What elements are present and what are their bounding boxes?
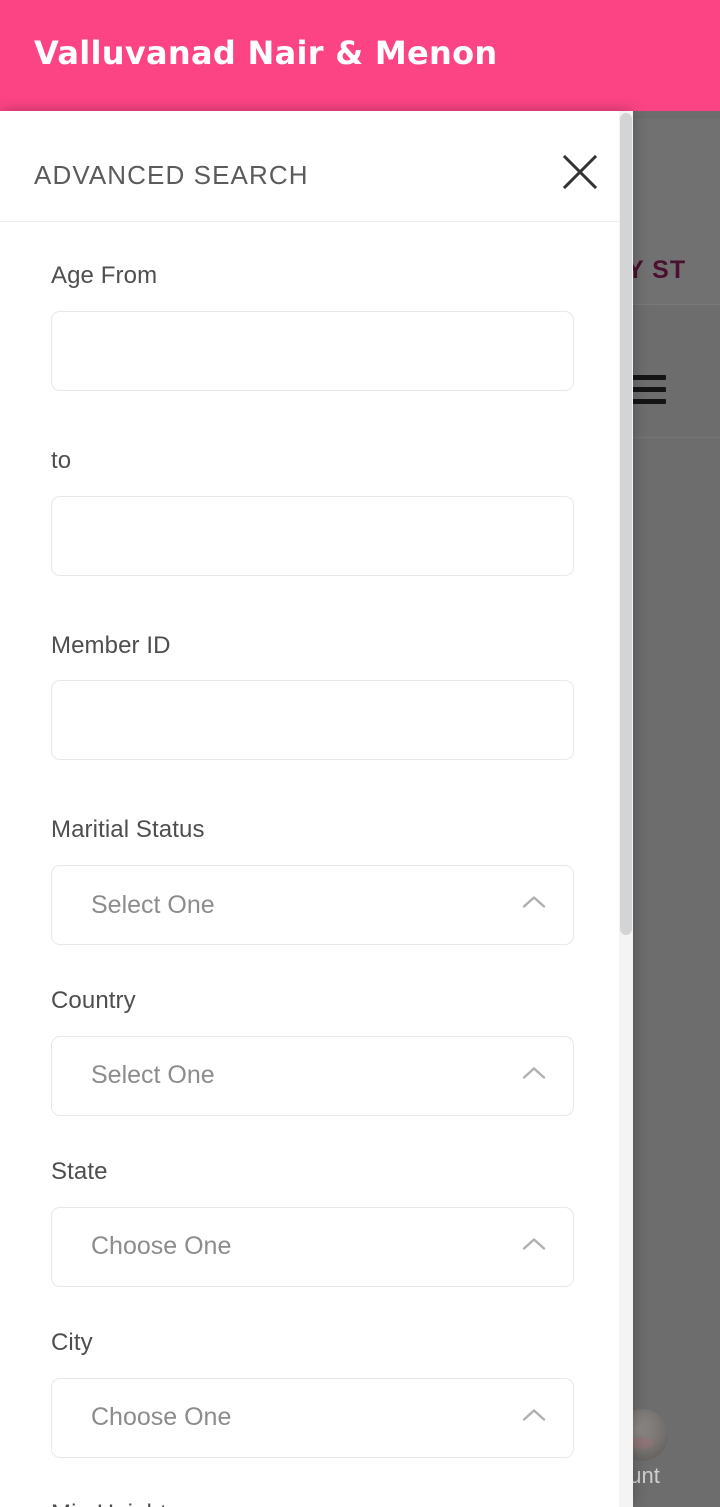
state-value: Choose One	[91, 1232, 232, 1261]
field-city: City Choose One	[0, 1329, 633, 1458]
label-marital-status: Maritial Status	[51, 816, 205, 844]
modal-scrollbar-track[interactable]	[619, 111, 633, 1507]
label-city: City	[51, 1328, 93, 1356]
field-age-to: to	[0, 447, 633, 576]
advanced-search-modal: ADVANCED SEARCH Age From to Member ID Ma…	[0, 111, 633, 1507]
country-value: Select One	[91, 1061, 215, 1090]
chevron-up-icon	[521, 1236, 547, 1257]
state-select[interactable]: Choose One	[51, 1206, 574, 1287]
field-marital-status: Maritial Status Select One	[0, 816, 633, 946]
city-select[interactable]: Choose One	[51, 1377, 574, 1458]
age-from-input[interactable]	[51, 310, 574, 391]
label-state: State	[51, 1157, 108, 1185]
field-age-from: Age From	[0, 262, 633, 391]
modal-scrollbar-thumb[interactable]	[620, 113, 632, 935]
label-age-from: Age From	[51, 262, 158, 289]
field-country: Country Select One	[0, 987, 633, 1116]
label-member-id: Member ID	[51, 631, 171, 659]
hamburger-menu-icon[interactable]	[632, 375, 666, 405]
field-member-id: Member ID	[0, 632, 633, 761]
chevron-up-icon	[521, 895, 547, 916]
background-story-heading: Y ST	[627, 256, 687, 284]
marital-status-value: Select One	[91, 890, 215, 919]
marital-status-select[interactable]: Select One	[51, 865, 574, 946]
chevron-up-icon	[521, 1407, 547, 1428]
app-banner: Valluvanad Nair & Menon	[0, 0, 720, 111]
member-id-input[interactable]	[51, 680, 574, 761]
modal-header: ADVANCED SEARCH	[0, 111, 633, 222]
field-state: State Choose One	[0, 1158, 633, 1287]
app-root: Valluvanad Nair & Menon Y ST ount ADVANC…	[0, 0, 720, 1507]
background-content-card	[625, 437, 720, 1507]
advanced-search-form: Age From to Member ID Maritial Status Se…	[0, 222, 633, 1507]
app-brand-title: Valluvanad Nair & Menon	[34, 34, 498, 72]
label-min-height: Min Height	[51, 1500, 582, 1507]
close-button[interactable]	[557, 149, 603, 195]
label-age-to: to	[51, 446, 72, 474]
city-value: Choose One	[91, 1403, 232, 1432]
close-icon	[562, 154, 598, 190]
country-select[interactable]: Select One	[51, 1035, 574, 1116]
age-to-input[interactable]	[51, 495, 574, 576]
chevron-up-icon	[521, 1065, 547, 1086]
label-country: Country	[51, 987, 136, 1015]
field-min-height: Min Height	[0, 1500, 633, 1507]
modal-title: ADVANCED SEARCH	[34, 160, 309, 190]
